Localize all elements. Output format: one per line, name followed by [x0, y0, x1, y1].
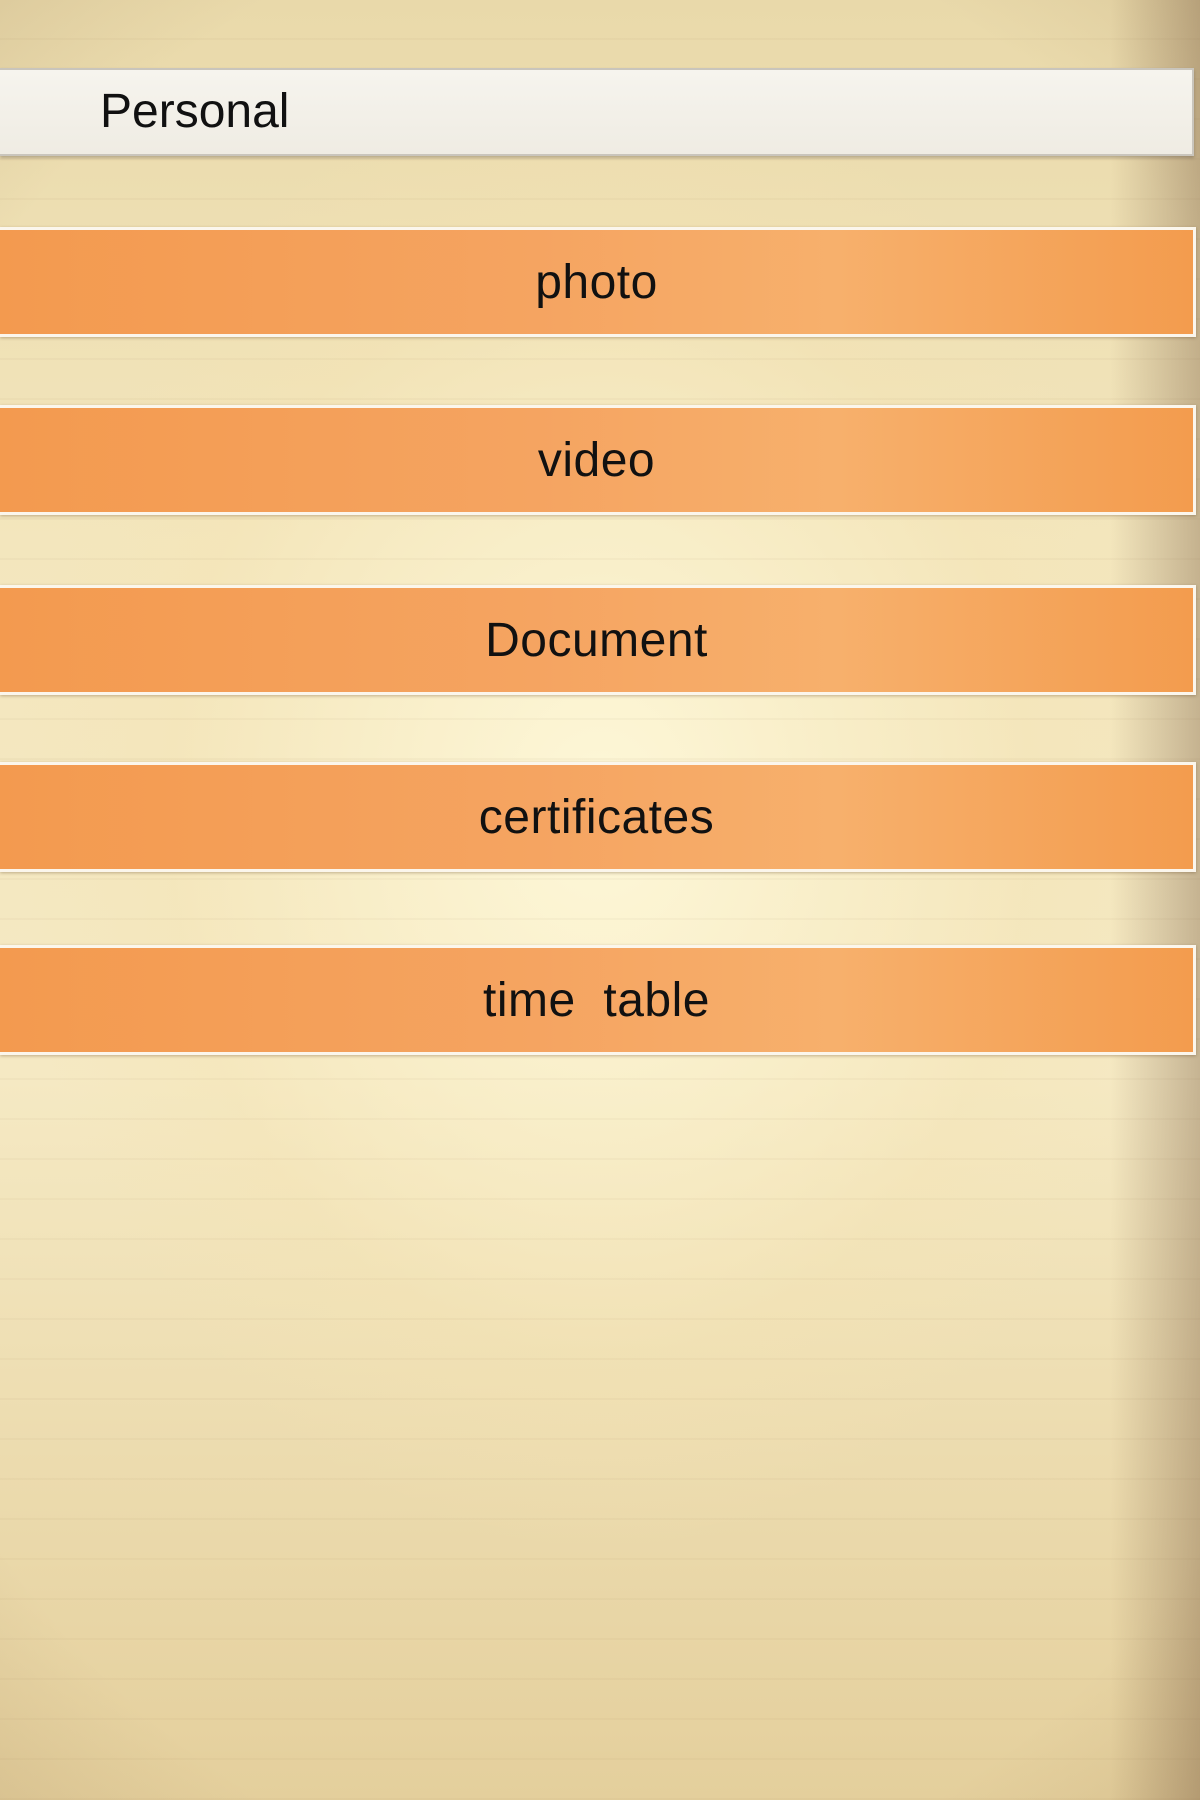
- header-bar: Personal: [0, 68, 1194, 156]
- time-table-button[interactable]: time table: [0, 945, 1196, 1055]
- document-button[interactable]: Document: [0, 585, 1196, 695]
- video-button-label: video: [537, 433, 656, 487]
- time-table-button-label: time table: [483, 973, 710, 1027]
- photo-button[interactable]: photo: [0, 227, 1196, 337]
- photo-button-label: photo: [535, 255, 658, 309]
- video-button[interactable]: video: [0, 405, 1196, 515]
- certificates-button-label: certificates: [478, 790, 715, 844]
- certificates-button[interactable]: certificates: [0, 762, 1196, 872]
- document-button-label: Document: [485, 613, 708, 667]
- page-title: Personal: [100, 85, 290, 138]
